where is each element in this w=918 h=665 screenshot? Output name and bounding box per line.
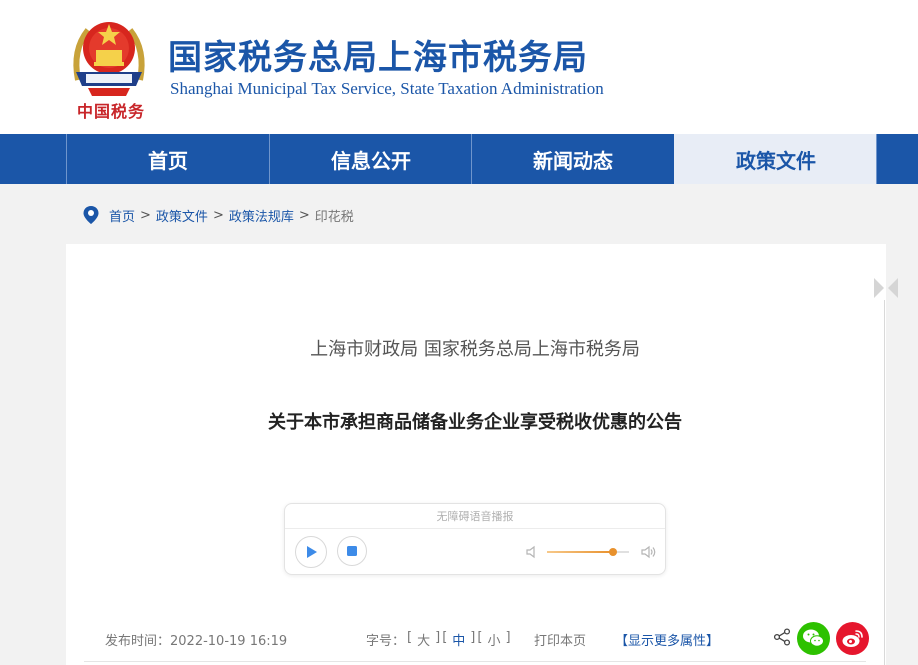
collapse-toggle-icon[interactable] xyxy=(872,276,900,300)
tax-emblem-logo[interactable]: 中国税务 xyxy=(68,10,150,122)
show-more-attributes-link[interactable]: 【显示更多属性】 xyxy=(615,630,719,649)
volume-knob[interactable] xyxy=(608,548,617,556)
font-size-small[interactable]: 小 xyxy=(484,630,503,649)
meta-divider xyxy=(84,661,866,662)
font-size-label: 字号： xyxy=(366,634,406,649)
volume-high-icon[interactable] xyxy=(640,545,658,559)
breadcrumb-home[interactable]: 首页 xyxy=(109,206,135,225)
print-page-link[interactable]: 打印本页 xyxy=(534,630,586,649)
breadcrumb-policy-documents[interactable]: 政策文件 xyxy=(156,206,208,225)
site-header: 中国税务 国家税务总局上海市税务局 Shanghai Municipal Tax… xyxy=(0,0,918,134)
font-size-medium[interactable]: 中 xyxy=(449,630,468,649)
main-nav: 首页 信息公开 新闻动态 政策文件 xyxy=(0,134,918,184)
share-icon[interactable] xyxy=(773,628,791,646)
site-title: 国家税务总局上海市税务局 xyxy=(168,38,588,78)
location-pin-icon xyxy=(83,206,99,224)
wechat-icon xyxy=(803,629,824,647)
breadcrumb-separator: > xyxy=(140,207,151,223)
breadcrumb: 首页 > 政策文件 > 政策法规库 > 印花税 xyxy=(82,205,354,225)
play-icon xyxy=(307,546,317,558)
breadcrumb-policy-library[interactable]: 政策法规库 xyxy=(229,206,294,225)
nav-divider xyxy=(876,134,877,184)
nav-item-home[interactable]: 首页 xyxy=(66,134,269,184)
article-card xyxy=(66,244,886,665)
stop-icon xyxy=(347,546,357,556)
nav-item-news[interactable]: 新闻动态 xyxy=(471,134,674,184)
volume-slider[interactable] xyxy=(547,548,629,556)
font-size-control: 字号： [大] [中] [小] xyxy=(366,630,511,649)
emblem-caption: 中国税务 xyxy=(76,102,145,121)
nav-item-policy-documents[interactable]: 政策文件 xyxy=(674,134,877,184)
stop-button[interactable] xyxy=(337,536,367,566)
publish-date-value: 2022-10-19 16:19 xyxy=(170,634,288,649)
breadcrumb-separator: > xyxy=(298,207,310,223)
site-subtitle-en: Shanghai Municipal Tax Service, State Ta… xyxy=(170,79,604,98)
breadcrumb-current: 印花税 xyxy=(314,209,354,225)
weibo-icon xyxy=(842,630,863,647)
font-size-large[interactable]: 大 xyxy=(414,630,433,649)
breadcrumb-separator: > xyxy=(212,207,224,223)
article-issuer: 上海市财政局 国家税务总局上海市税务局 xyxy=(310,339,640,360)
player-divider xyxy=(285,528,665,529)
audio-player: 无障碍语音播报 xyxy=(284,503,666,575)
play-button[interactable] xyxy=(295,536,327,568)
player-label: 无障碍语音播报 xyxy=(436,510,514,523)
volume-low-icon[interactable] xyxy=(525,545,539,559)
article-title: 关于本市承担商品储备业务企业享受税收优惠的公告 xyxy=(268,412,682,433)
publish-date: 发布时间：2022-10-19 16:19 xyxy=(105,630,287,649)
weibo-share-button[interactable] xyxy=(836,622,869,655)
nav-item-info-disclosure[interactable]: 信息公开 xyxy=(269,134,472,184)
volume-fill xyxy=(547,551,613,553)
wechat-share-button[interactable] xyxy=(797,622,830,655)
publish-label: 发布时间： xyxy=(105,634,171,649)
